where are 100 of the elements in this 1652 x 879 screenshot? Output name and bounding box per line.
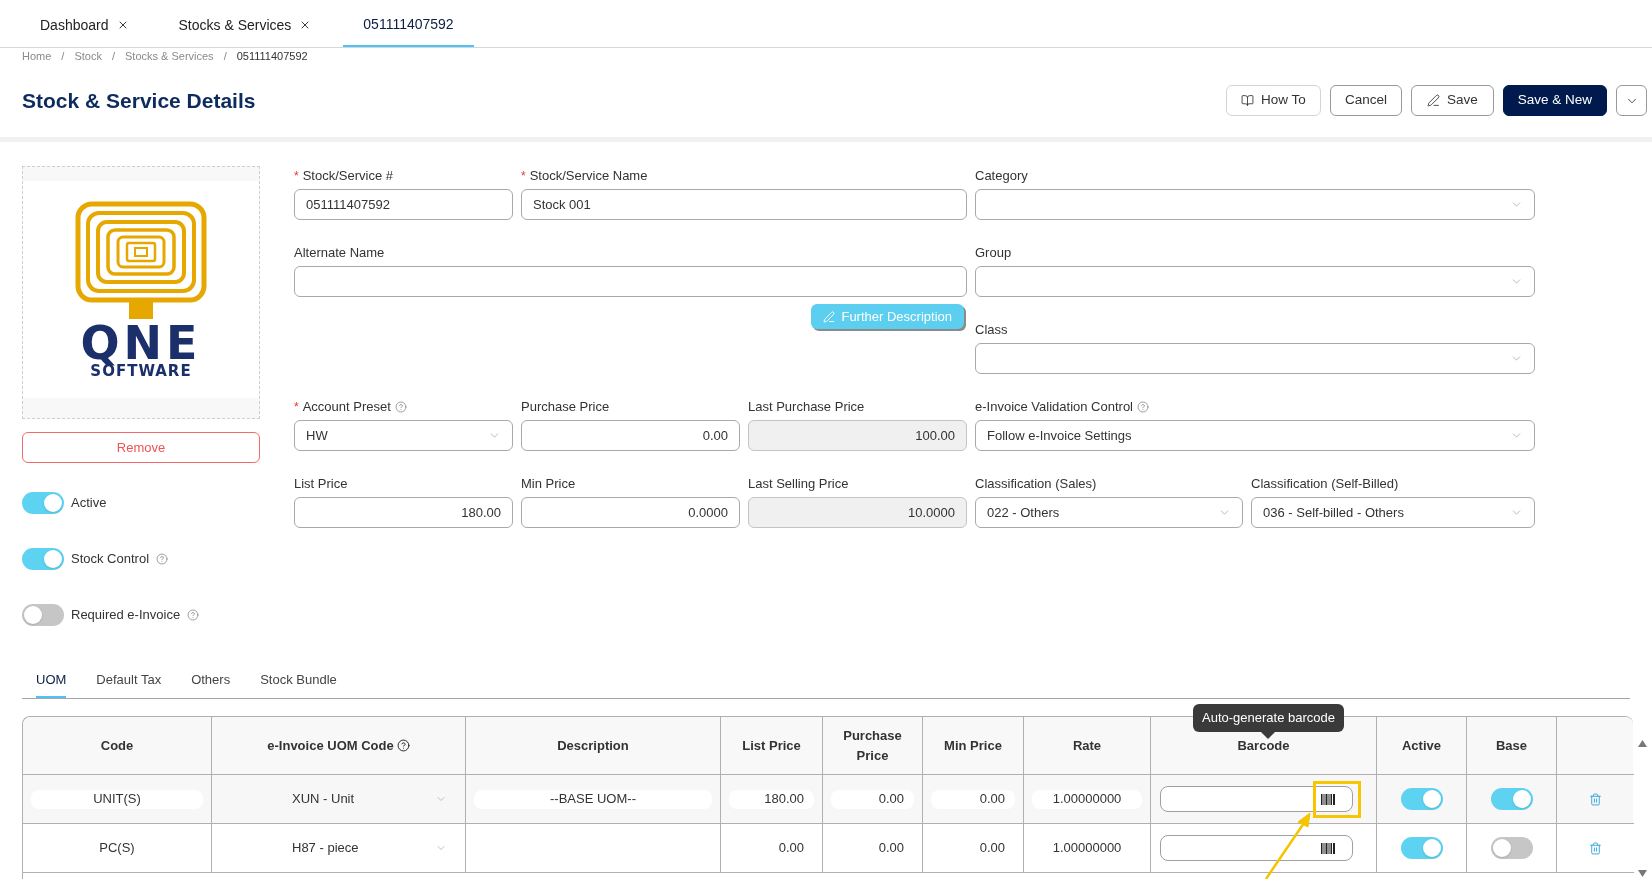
purchase-price-cell[interactable]: 0.00 (831, 789, 914, 809)
dropdown-field[interactable]: 022 - Others (975, 497, 1243, 528)
breadcrumb-item[interactable]: Stock (74, 47, 102, 65)
scroll-down-icon[interactable] (1638, 870, 1647, 877)
toggle-label: Stock Control (71, 550, 150, 569)
section-tab[interactable]: Others (191, 663, 231, 698)
field-label: Classification (Self-Billed) (1251, 475, 1399, 494)
field-label: List Price (294, 475, 348, 494)
scroll-up-icon[interactable] (1638, 740, 1647, 747)
annotation-arrow (1262, 810, 1314, 879)
barcode-field[interactable] (1160, 786, 1353, 812)
code-cell-text: PC(S) (98, 839, 136, 858)
purchase-price-cell-text: 0.00 (877, 839, 905, 858)
input-field[interactable]: 0.0000 (521, 497, 740, 528)
toggle-switch[interactable] (22, 548, 64, 570)
column-header: Active (1402, 736, 1441, 755)
page-tab[interactable]: Stocks & Services (160, 3, 330, 47)
pencil-icon (823, 310, 836, 323)
column-header: Min Price (944, 736, 1002, 755)
field-label: Class (975, 321, 1008, 340)
input-field[interactable] (294, 266, 967, 297)
column-header: Description (557, 736, 629, 755)
dropdown-field[interactable] (975, 189, 1535, 220)
toggle-switch[interactable] (22, 492, 64, 514)
save-button[interactable]: Save (1410, 85, 1494, 116)
breadcrumb-item: 051111407592 (236, 48, 308, 64)
uom-code-select[interactable]: XUN - Unit (292, 789, 355, 809)
required-mark: * (294, 399, 299, 416)
field-label: Min Price (521, 475, 576, 494)
input-field[interactable]: 0.00 (521, 420, 740, 451)
dropdown-field[interactable] (975, 343, 1535, 374)
column-header: Rate (1072, 736, 1102, 755)
toggle-label: Active (71, 494, 107, 513)
field-label: Purchase Price (521, 398, 610, 417)
toggle-switch[interactable] (1400, 788, 1443, 810)
field-label: Stock/Service Name (529, 167, 648, 186)
rate-cell-text: 1.00000000 (1051, 839, 1123, 858)
breadcrumb-item[interactable]: Home (22, 47, 52, 65)
input-field[interactable]: 10.0000 (748, 497, 967, 528)
column-header: e-Invoice UOM Code (267, 736, 394, 755)
barcode-icon (1321, 842, 1335, 854)
page-title: Stock & Service Details (22, 87, 256, 114)
breadcrumb-separator: / (111, 48, 115, 64)
list-price-cell[interactable]: 180.00 (729, 789, 814, 809)
field-label: Category (975, 167, 1028, 186)
column-header: List Price (742, 736, 801, 755)
column-header: Barcode (1237, 736, 1290, 755)
required-mark: * (521, 168, 526, 185)
section-tab[interactable]: Default Tax (96, 663, 162, 698)
toggle-switch[interactable] (1400, 837, 1443, 859)
toggle-switch[interactable] (1490, 837, 1533, 859)
list-price-cell-text: 0.00 (777, 839, 805, 858)
required-mark: * (294, 168, 299, 185)
input-field[interactable]: 100.00 (748, 420, 967, 451)
save-and-new-button[interactable]: Save & New (1502, 85, 1607, 116)
description-cell[interactable]: --BASE UOM-- (474, 789, 712, 809)
highlight-frame (1313, 781, 1361, 818)
dropdown-field[interactable] (975, 266, 1535, 297)
input-field[interactable]: 180.00 (294, 497, 513, 528)
page-tab[interactable]: Dashboard (22, 3, 147, 47)
section-tab[interactable]: UOM (36, 663, 67, 698)
input-field[interactable]: 051111407592 (294, 189, 513, 220)
dropdown-field[interactable]: 036 - Self-billed - Others (1251, 497, 1535, 528)
breadcrumb-item[interactable]: Stocks & Services (125, 47, 214, 65)
dropdown-field[interactable]: Follow e-Invoice Settings (975, 420, 1535, 451)
min-price-cell-text: 0.00 (978, 839, 1006, 858)
toggle-switch[interactable] (1490, 788, 1533, 810)
section-tab[interactable]: Stock Bundle (260, 663, 337, 698)
toggle-label: Required e-Invoice (71, 606, 181, 625)
field-label: Last Purchase Price (748, 398, 865, 417)
column-header: Code (100, 736, 134, 755)
field-label: Account Preset (302, 398, 391, 417)
input-field[interactable]: Stock 001 (521, 189, 967, 220)
delete-icon[interactable] (1589, 792, 1602, 806)
min-price-cell[interactable]: 0.00 (931, 789, 1015, 809)
dropdown-field[interactable]: HW (294, 420, 513, 451)
field-label: Last Selling Price (748, 475, 849, 494)
column-header: Base (1495, 736, 1528, 755)
toggle-switch[interactable] (22, 604, 64, 626)
column-header: Purchase Price (842, 726, 903, 765)
cancel-button[interactable]: Cancel (1329, 85, 1402, 116)
logo-emblem-icon (75, 200, 207, 321)
uom-code-select[interactable]: H87 - piece (292, 838, 359, 858)
field-label: Stock/Service # (302, 167, 393, 186)
field-label: Alternate Name (294, 244, 385, 263)
delete-icon[interactable] (1589, 841, 1602, 855)
breadcrumb-separator: / (223, 48, 227, 64)
barcode-field[interactable] (1160, 835, 1353, 861)
page-tab[interactable]: 051111407592 (343, 3, 474, 47)
field-label: Classification (Sales) (975, 475, 1097, 494)
field-label: Group (975, 244, 1012, 263)
help-icon[interactable] (396, 739, 410, 752)
pencil-icon (1426, 94, 1440, 107)
rate-cell[interactable]: 1.00000000 (1032, 789, 1142, 809)
tooltip: Auto-generate barcode (1193, 704, 1344, 739)
book-icon (1241, 94, 1255, 107)
barcode-icon (1321, 793, 1335, 805)
how-to-button[interactable]: How To (1226, 85, 1321, 116)
code-cell[interactable]: UNIT(S) (31, 789, 203, 809)
more-options-button[interactable] (1616, 85, 1647, 116)
